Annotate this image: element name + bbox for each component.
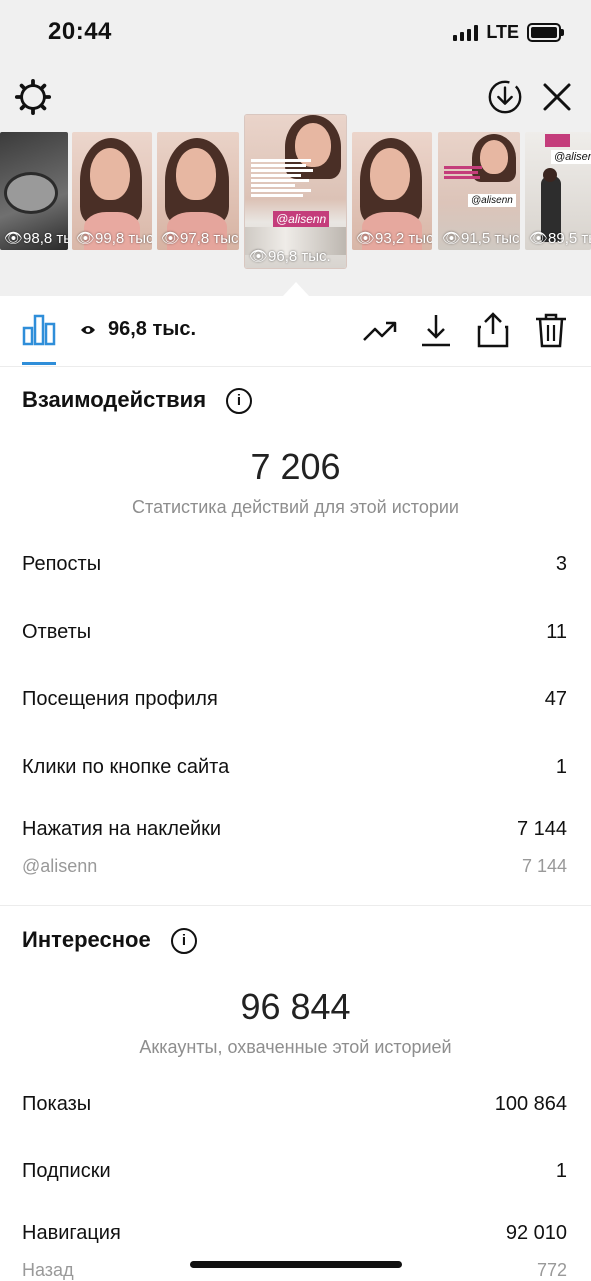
stat-label: Ответы bbox=[22, 621, 92, 643]
settings-gear-icon[interactable] bbox=[14, 78, 52, 116]
signal-icon bbox=[453, 24, 479, 41]
insights-bar-chart-icon[interactable] bbox=[22, 314, 56, 346]
mention-sticker: @alisenn bbox=[468, 194, 516, 207]
interactions-total: 7 206 bbox=[250, 446, 341, 487]
story-thumbnail[interactable]: 👁97,8 тыс. bbox=[157, 132, 239, 250]
eye-icon: 👁 bbox=[529, 230, 549, 247]
stat-value: 7 144 bbox=[516, 818, 567, 840]
nav-back-value: 772 bbox=[536, 1260, 567, 1280]
stat-label: Посещения профиля bbox=[22, 688, 218, 710]
story-views-label: 👁93,2 тыс. bbox=[356, 230, 432, 247]
nav-back-label: Назад bbox=[22, 1260, 74, 1280]
stat-value: 92 010 bbox=[505, 1222, 567, 1244]
eye-icon: 👁 bbox=[161, 230, 181, 247]
sticker-mention-label: @alisenn bbox=[22, 856, 98, 876]
selection-pointer bbox=[283, 282, 309, 296]
download-icon[interactable] bbox=[418, 312, 454, 348]
home-indicator[interactable] bbox=[190, 1261, 402, 1268]
mention-sticker: @alisenn bbox=[551, 150, 591, 164]
story-views-label: 👁99,8 тыс. bbox=[76, 230, 152, 247]
interactions-subtitle: Статистика действий для этой истории bbox=[132, 497, 459, 517]
sticker-mention-value: 7 144 bbox=[521, 856, 567, 876]
discovery-title: Интересное bbox=[22, 927, 151, 952]
close-icon[interactable] bbox=[540, 80, 574, 114]
stat-value: 47 bbox=[544, 688, 567, 710]
stat-value: 11 bbox=[546, 621, 567, 643]
info-icon[interactable]: i bbox=[171, 928, 197, 954]
story-caption-text bbox=[251, 159, 317, 199]
story-thumbnail-strip: 👁98,8 тыс. 👁99,8 тыс. 👁97,8 тыс. bbox=[0, 115, 591, 275]
discovery-subtitle: Аккаунты, охваченные этой историей bbox=[139, 1037, 452, 1057]
eye-icon: 👁 bbox=[76, 230, 96, 247]
stat-value: 100 864 bbox=[494, 1093, 567, 1115]
story-thumbnail-selected[interactable]: @alisenn 👁96,8 тыс. bbox=[245, 115, 346, 268]
status-time: 20:44 bbox=[48, 18, 112, 45]
story-views-label: 👁97,8 тыс. bbox=[161, 230, 239, 247]
discovery-total: 96 844 bbox=[240, 986, 351, 1027]
active-tab-indicator bbox=[22, 362, 56, 365]
story-thumbnail[interactable]: @alisenn 👁91,5 тыс. bbox=[438, 132, 520, 250]
story-header-area: 20:44 LTE 👁98,8 тыс. bbox=[0, 0, 591, 296]
story-thumbnail[interactable]: 👁93,2 тыс. bbox=[352, 132, 432, 250]
info-icon[interactable]: i bbox=[226, 388, 252, 414]
story-views-label: 👁96,8 тыс. bbox=[249, 248, 331, 265]
mention-sticker: @alisenn bbox=[273, 211, 330, 227]
share-icon[interactable] bbox=[475, 312, 511, 348]
stat-value: 1 bbox=[555, 756, 567, 778]
story-thumbnail[interactable]: 👁98,8 тыс. bbox=[0, 132, 68, 250]
stat-label: Подписки bbox=[22, 1160, 111, 1182]
battery-icon bbox=[527, 23, 564, 42]
stat-value: 1 bbox=[555, 1160, 567, 1182]
stat-label: Навигация bbox=[22, 1222, 121, 1244]
interactions-title: Взаимодействия bbox=[22, 387, 207, 412]
network-label: LTE bbox=[486, 22, 519, 42]
stat-label: Репосты bbox=[22, 553, 102, 575]
trending-up-icon[interactable] bbox=[362, 312, 398, 348]
download-circle-icon[interactable] bbox=[486, 78, 524, 116]
status-indicators: LTE bbox=[453, 22, 564, 43]
story-views-label: 👁98,8 тыс. bbox=[4, 230, 68, 247]
stat-label: Клики по кнопке сайта bbox=[22, 756, 230, 778]
eye-icon: 👁 bbox=[442, 230, 462, 247]
eye-icon: 👁 bbox=[4, 230, 24, 247]
story-views-count: 96,8 тыс. bbox=[108, 318, 197, 340]
section-divider bbox=[0, 905, 591, 906]
trash-icon[interactable] bbox=[533, 312, 569, 348]
eye-icon: 👁 bbox=[249, 248, 269, 265]
stat-value: 3 bbox=[555, 553, 567, 575]
story-thumbnail[interactable]: 👁99,8 тыс. bbox=[72, 132, 152, 250]
eye-icon: 👁 bbox=[356, 230, 376, 247]
eye-icon bbox=[81, 326, 95, 334]
stats-toolbar: 96,8 тыс. bbox=[0, 296, 591, 367]
story-caption-text bbox=[444, 166, 484, 181]
stat-label: Нажатия на наклейки bbox=[22, 818, 222, 840]
story-views-label: 👁89,5 тыс. bbox=[529, 230, 591, 247]
story-views-label: 👁91,5 тыс. bbox=[442, 230, 520, 247]
stat-label: Показы bbox=[22, 1093, 92, 1115]
caption-sticker bbox=[545, 134, 571, 147]
story-thumbnail[interactable]: @alisenn 👁89,5 тыс. bbox=[525, 132, 591, 250]
